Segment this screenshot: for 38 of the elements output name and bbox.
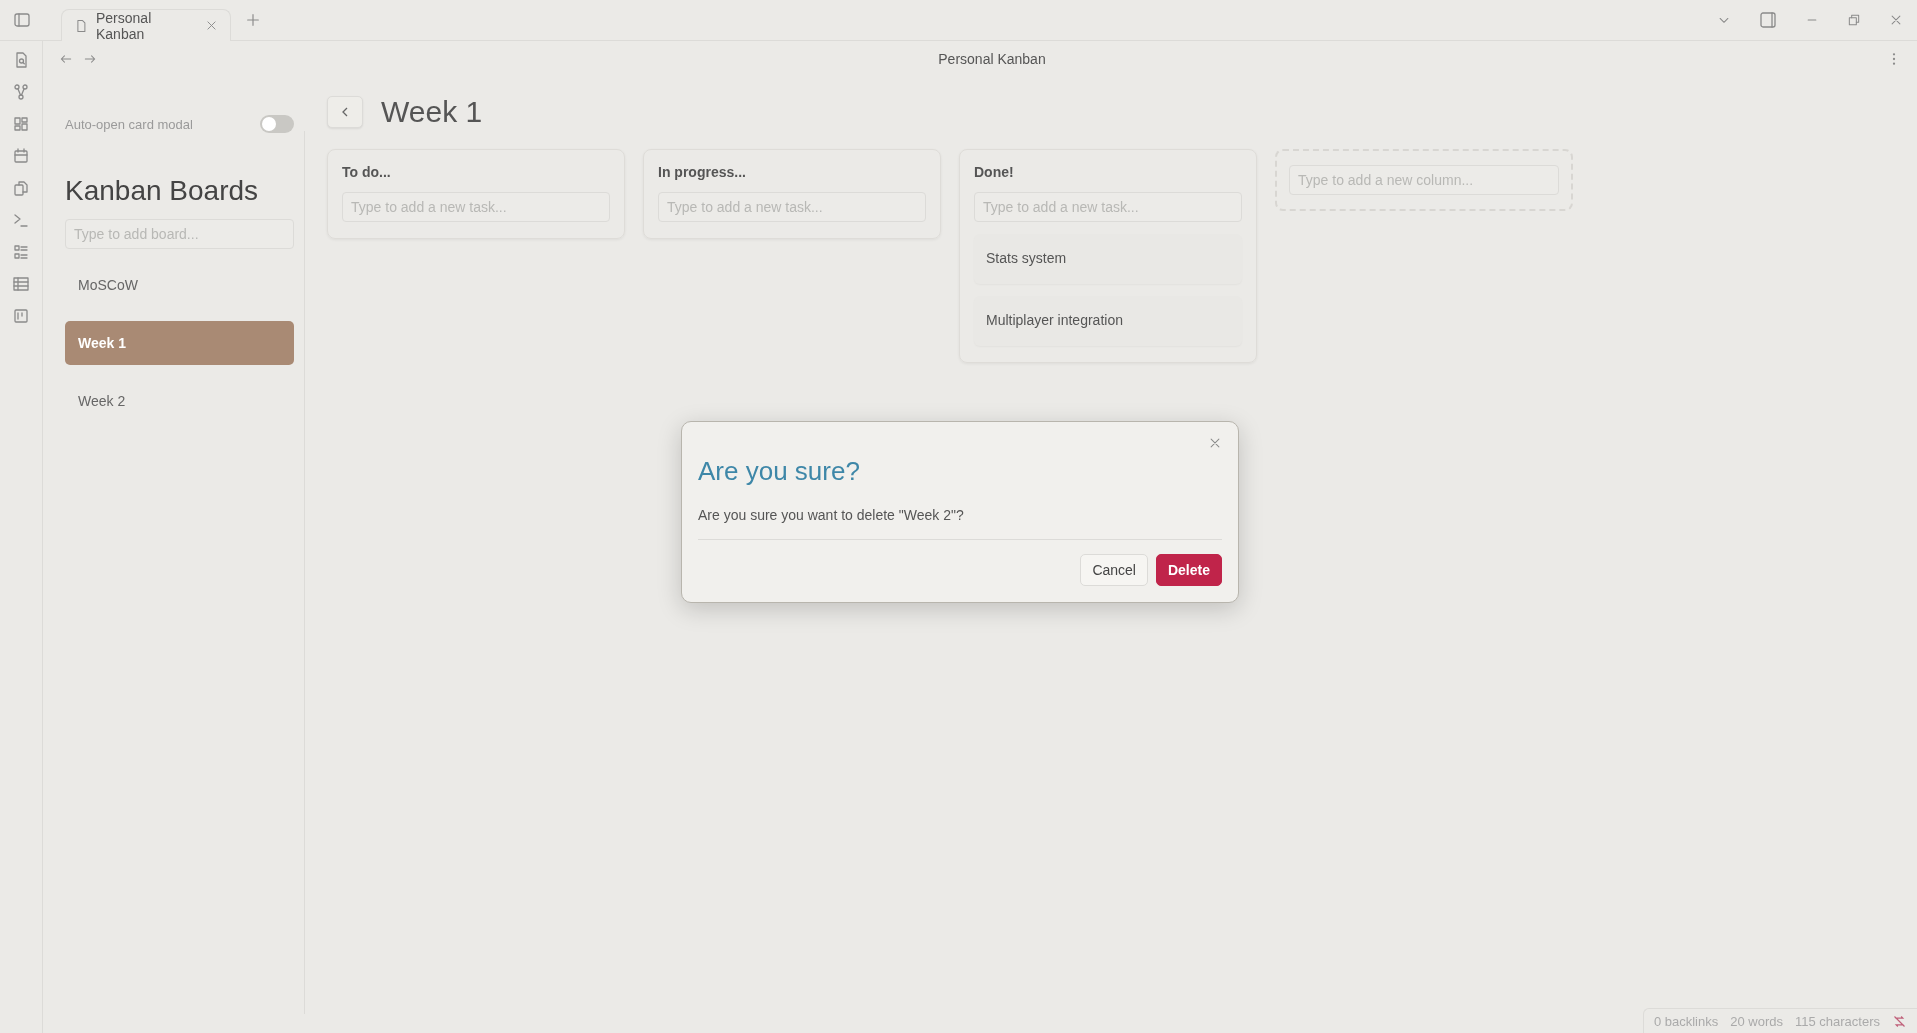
new-tab-icon[interactable] xyxy=(245,12,261,28)
copy-icon[interactable] xyxy=(12,179,30,197)
task-card[interactable]: Stats system xyxy=(974,234,1242,284)
board-item[interactable]: Week 2 xyxy=(65,379,294,423)
close-icon[interactable] xyxy=(205,19,218,32)
kanban-icon[interactable] xyxy=(12,307,30,325)
close-icon[interactable] xyxy=(1208,436,1222,450)
close-icon[interactable] xyxy=(1889,13,1903,27)
task-card[interactable]: Multiplayer integration xyxy=(974,296,1242,346)
status-text: 0 backlinks xyxy=(1653,1013,1719,1029)
board-title: Week 1 xyxy=(381,95,483,129)
delete-button[interactable]: Delete xyxy=(1155,554,1222,586)
sidebar-toggle-icon[interactable] xyxy=(12,11,31,29)
table-icon[interactable] xyxy=(12,275,30,293)
status-text: 115 characters xyxy=(1794,1013,1880,1029)
restore-icon[interactable] xyxy=(1847,13,1861,27)
back-button[interactable] xyxy=(327,96,363,128)
dialog-title: Are you sure? xyxy=(698,456,861,487)
toggle-switch[interactable] xyxy=(260,115,294,133)
toggle-label: Auto-open card modal xyxy=(65,116,193,132)
file-tab[interactable]: Personal Kanban xyxy=(61,9,231,41)
forward-arrow-icon[interactable] xyxy=(83,52,97,66)
column-title: To do... xyxy=(342,164,392,180)
board-item[interactable]: MoSCoW xyxy=(65,263,294,307)
sidebar-heading: Kanban Boards xyxy=(65,175,260,207)
list-icon[interactable] xyxy=(12,243,30,261)
grid-icon[interactable] xyxy=(12,115,30,133)
status-text: 20 words xyxy=(1730,1013,1783,1029)
back-arrow-icon[interactable] xyxy=(59,52,73,66)
dialog-message: Are you sure you want to delete "Week 2"? xyxy=(698,507,1222,540)
cancel-button[interactable]: Cancel xyxy=(1080,554,1148,586)
note-title: Personal Kanban xyxy=(937,51,1047,67)
column-title: Done! xyxy=(974,164,1015,180)
document-icon[interactable] xyxy=(74,18,88,33)
column-title: In progress... xyxy=(658,164,747,180)
graph-icon[interactable] xyxy=(12,83,30,101)
calendar-icon[interactable] xyxy=(12,147,30,165)
layout-icon[interactable] xyxy=(1759,11,1777,29)
